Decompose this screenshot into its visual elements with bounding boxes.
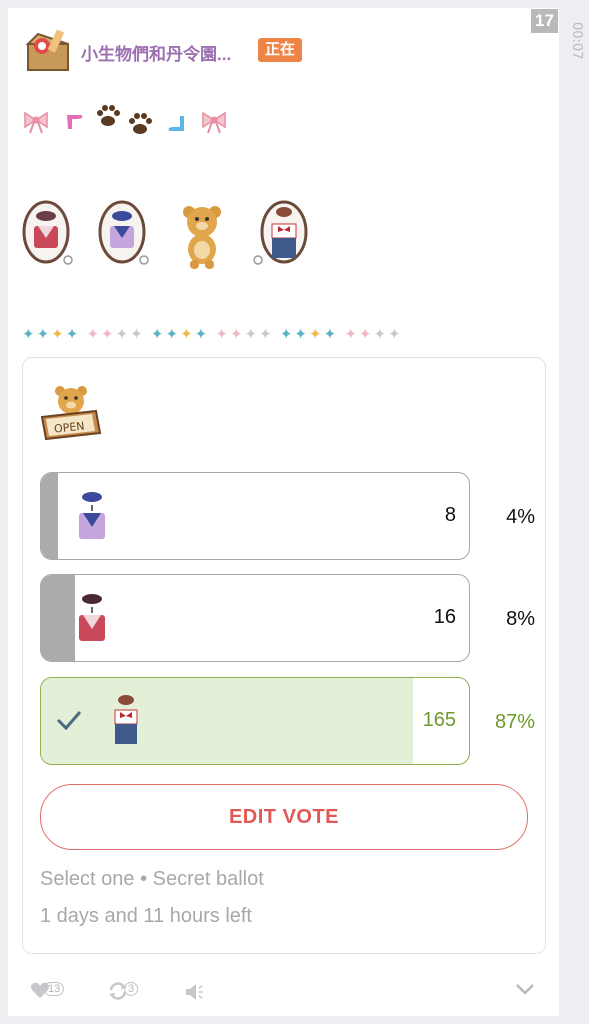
poll-time-left-text: 1 days and 11 hours left [40,905,252,927]
chevron-down-icon[interactable] [515,982,535,996]
sparkle-divider: ✦✦✦✦ ✦✦✦✦ ✦✦✦✦ ✦✦✦✦ ✦✦✦✦ ✦✦✦✦ [22,326,403,343]
red-sailor-outfit-mirror-sticker[interactable] [22,200,76,270]
overalls-outfit-icon [114,695,138,744]
poll-option-count: 165 [422,709,456,731]
teddy-bear-sticker[interactable] [180,202,224,270]
purple-sailor-outfit-icon [79,492,105,539]
poll-option[interactable]: 8 [40,472,470,560]
poll-card: OPEN 8 4% 16 8% 165 87% EDIT VOTE Select… [22,357,546,954]
poll-option-selected[interactable]: 165 [40,677,470,765]
channel-avatar[interactable] [22,24,74,76]
edit-vote-button[interactable]: EDIT VOTE [40,784,528,850]
like-count: 13 [44,982,65,996]
poll-option-result-bar [41,473,59,559]
bow-icon [24,111,48,134]
boomerang-blue-icon [168,116,184,131]
poll-option-count: 8 [444,504,456,526]
poll-option-percent: 8% [506,608,535,630]
post-index-badge: 17 [531,9,558,33]
repost-count: 3 [124,982,139,996]
poll-option-percent: 87% [495,711,536,733]
poll-option-count: 16 [433,606,456,628]
purple-sailor-outfit-mirror-sticker[interactable] [98,200,152,270]
repost-button[interactable]: 3 [107,980,147,1004]
red-sailor-outfit-icon [79,594,105,641]
timestamp: 00:07 [569,22,584,60]
boomerang-pink-icon [67,115,83,129]
bear-open-sign-sticker: OPEN [40,386,102,441]
checkmark-icon [56,711,82,731]
paw-icon [129,113,152,134]
poll-option[interactable]: 16 [40,574,470,662]
paw-icon [97,105,120,126]
poll-option-percent: 4% [506,506,535,528]
overalls-outfit-mirror-sticker[interactable] [252,200,316,270]
poll-type-text: Select one • Secret ballot [40,868,264,890]
speaker-icon[interactable] [184,982,206,1002]
bow-icon [202,111,226,134]
poll-option-result-bar [41,678,414,764]
live-status-badge: 正在 [258,38,303,62]
like-button[interactable]: 13 [30,980,70,1004]
channel-name[interactable]: 小生物們和丹令園... [81,40,231,65]
